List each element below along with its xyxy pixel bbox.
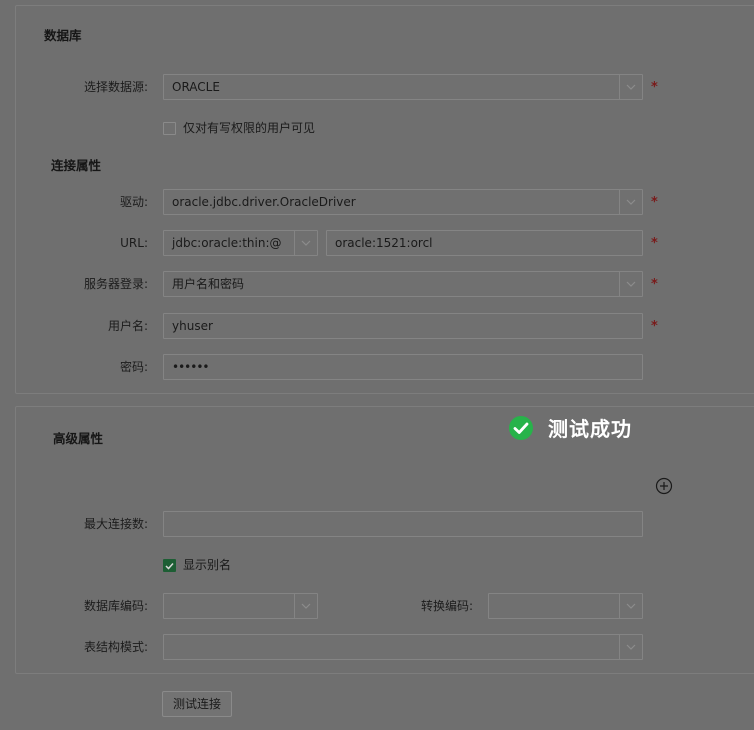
chevron-down-icon[interactable] <box>619 190 642 214</box>
password-label: 密码: <box>119 360 148 374</box>
table-schema-select[interactable] <box>163 634 643 660</box>
test-connection-button[interactable]: 测试连接 <box>162 691 232 717</box>
required-marker: * <box>651 277 658 292</box>
datasource-label: 选择数据源: <box>83 80 148 94</box>
driver-select[interactable]: oracle.jdbc.driver.OracleDriver <box>163 189 643 215</box>
url-input[interactable]: oracle:1521:orcl <box>326 230 643 256</box>
convert-encoding-label: 转换编码: <box>420 599 473 613</box>
writable-only-label: 仅对有写权限的用户可见 <box>183 121 316 135</box>
connection-section-title: 连接属性 <box>51 158 102 173</box>
username-input[interactable]: yhuser <box>163 313 643 339</box>
datasource-value: ORACLE <box>172 80 220 94</box>
required-marker: * <box>651 236 658 251</box>
add-circle-icon[interactable] <box>655 477 673 495</box>
max-connections-input[interactable] <box>163 511 643 537</box>
url-prefix-select[interactable]: jdbc:oracle:thin:@ <box>163 230 318 256</box>
server-login-value: 用户名和密码 <box>172 277 245 291</box>
show-alias-checkbox[interactable] <box>163 559 176 572</box>
success-toast: 测试成功 <box>508 413 632 442</box>
chevron-down-icon[interactable] <box>619 594 642 618</box>
password-input[interactable]: •••••• <box>163 354 643 380</box>
database-section-title: 数据库 <box>44 28 82 43</box>
chevron-down-icon[interactable] <box>619 635 642 659</box>
required-marker: * <box>651 80 658 95</box>
driver-value: oracle.jdbc.driver.OracleDriver <box>172 195 356 209</box>
advanced-section-title: 高级属性 <box>53 431 104 446</box>
db-encoding-select[interactable] <box>163 593 318 619</box>
username-label: 用户名: <box>107 319 148 333</box>
url-label: URL: <box>120 236 148 250</box>
server-login-select[interactable]: 用户名和密码 <box>163 271 643 297</box>
server-login-label: 服务器登录: <box>83 277 148 291</box>
chevron-down-icon[interactable] <box>294 231 317 255</box>
convert-encoding-select[interactable] <box>488 593 643 619</box>
required-marker: * <box>651 195 658 210</box>
chevron-down-icon[interactable] <box>619 272 642 296</box>
url-prefix-value: jdbc:oracle:thin:@ <box>172 236 282 250</box>
check-icon <box>165 562 174 570</box>
max-connections-label: 最大连接数: <box>83 517 148 531</box>
show-alias-label: 显示别名 <box>183 558 232 572</box>
table-schema-label: 表结构模式: <box>83 640 148 654</box>
check-circle-icon <box>509 415 533 440</box>
toast-message: 测试成功 <box>548 417 632 441</box>
datasource-select[interactable]: ORACLE <box>163 74 643 100</box>
writable-only-checkbox[interactable] <box>163 122 176 135</box>
chevron-down-icon[interactable] <box>294 594 317 618</box>
chevron-down-icon[interactable] <box>619 75 642 99</box>
driver-label: 驱动: <box>119 195 148 209</box>
db-encoding-label: 数据库编码: <box>83 599 148 613</box>
required-marker: * <box>651 319 658 334</box>
